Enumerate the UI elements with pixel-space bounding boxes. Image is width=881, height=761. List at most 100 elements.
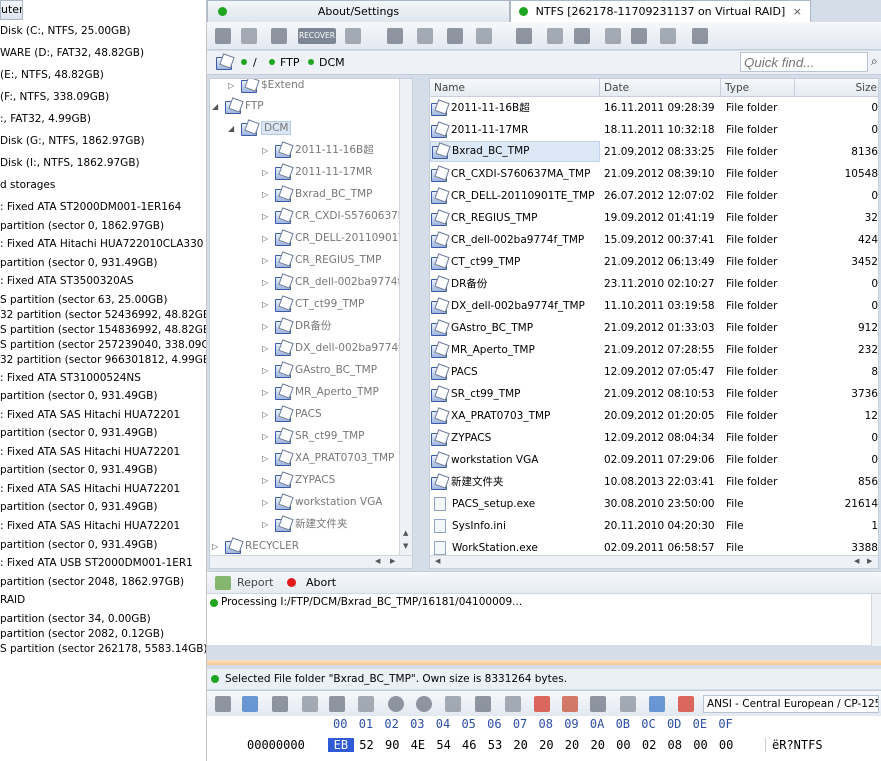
- hex-byte[interactable]: 20: [559, 738, 585, 752]
- hex-bytes-row[interactable]: EB 52 90 4E 54 46 53 20 20 20 20 00 02 08 00 00: [328, 738, 739, 752]
- device-list-item[interactable]: partition (sector 0, 931.49GB): [0, 464, 157, 477]
- device-list-item[interactable]: : Fixed ATA SAS Hitachi HUA72201: [0, 520, 180, 533]
- file-list-row[interactable]: 新建文件夹 10.08.2013 22:03:41 File folder 856: [430, 471, 878, 493]
- path-segment-dcm[interactable]: DCM: [319, 56, 345, 69]
- insert-icon[interactable]: [329, 696, 345, 712]
- binoculars-icon[interactable]: [358, 696, 374, 712]
- tree-vertical-scrollbar[interactable]: ▲ ▼: [399, 79, 412, 555]
- collapse-icon[interactable]: ◢: [212, 100, 224, 114]
- save-icon[interactable]: [215, 696, 231, 712]
- expand-icon[interactable]: ▷: [262, 188, 274, 202]
- hex-byte[interactable]: 02: [636, 738, 662, 752]
- expand-icon[interactable]: ▷: [262, 386, 274, 400]
- hex-byte[interactable]: 20: [508, 738, 534, 752]
- hex-byte[interactable]: 90: [379, 738, 405, 752]
- file-list-row[interactable]: SysInfo.ini 20.11.2010 04:20:30 File 1: [430, 515, 878, 537]
- device-list-item[interactable]: partition (sector 0, 931.49GB): [0, 390, 157, 403]
- tree-item[interactable]: ▷ 新建文件夹: [262, 517, 348, 532]
- device-list-item[interactable]: partition (sector 0, 931.49GB): [0, 427, 157, 440]
- device-list-item[interactable]: S partition (sector 154836992, 48.82GB): [0, 324, 206, 337]
- hex-byte[interactable]: 4E: [405, 738, 431, 752]
- drive-icon[interactable]: [476, 28, 492, 44]
- view-icon[interactable]: [387, 28, 403, 44]
- file-list-row[interactable]: GAstro_BC_TMP 21.09.2012 01:33:03 File fol…: [430, 317, 878, 339]
- device-list-item[interactable]: S partition (sector 262178, 5583.14GB): [0, 643, 206, 656]
- hex-byte[interactable]: 00: [611, 738, 637, 752]
- device-list-item[interactable]: :, FAT32, 4.99GB): [0, 113, 91, 126]
- file-list-row[interactable]: DX_dell-002ba9774f_TMP 11.10.2011 03:19:5…: [430, 295, 878, 317]
- report-icon[interactable]: [215, 576, 231, 590]
- expand-icon[interactable]: ▷: [262, 518, 274, 532]
- tree-item[interactable]: ▷ CR_DELL-20110901TE_: [262, 231, 412, 246]
- device-list-item[interactable]: partition (sector 0, 1862.97GB): [0, 220, 164, 233]
- device-list-item[interactable]: (E:, NTFS, 48.82GB): [0, 69, 104, 82]
- quick-find-input[interactable]: [740, 52, 868, 72]
- hex-byte[interactable]: 00: [713, 738, 739, 752]
- flag-icon[interactable]: [534, 696, 550, 712]
- select-icon[interactable]: [242, 696, 258, 712]
- drive-icon[interactable]: [475, 696, 491, 712]
- expand-icon[interactable]: ▷: [262, 474, 274, 488]
- column-header-size[interactable]: Size: [795, 79, 878, 97]
- device-list-item[interactable]: partition (sector 0, 931.49GB): [0, 501, 157, 514]
- export-icon[interactable]: [574, 28, 590, 44]
- expand-icon[interactable]: ▷: [228, 79, 240, 93]
- device-list-item[interactable]: : Fixed ATA Hitachi HUA722010CLA330: [0, 238, 203, 251]
- hex-byte[interactable]: 08: [662, 738, 688, 752]
- file-list-row[interactable]: CR_DELL-20110901TE_TMP 26.07.2012 12:07:0…: [430, 185, 878, 207]
- tree-item[interactable]: ▷ CR_CXDI-S5760637MA_T: [262, 209, 412, 224]
- device-list-item[interactable]: : Fixed ATA SAS Hitachi HUA72201: [0, 446, 180, 459]
- expand-icon[interactable]: ▷: [262, 430, 274, 444]
- device-list-item[interactable]: partition (sector 0, 931.49GB): [0, 257, 157, 270]
- tree-item[interactable]: ▷ ZYPACS: [262, 473, 335, 488]
- device-list-item[interactable]: partition (sector 2082, 0.12GB): [0, 628, 164, 641]
- open-icon[interactable]: [345, 28, 361, 44]
- device-list-item[interactable]: d storages: [0, 179, 55, 192]
- sync-icon[interactable]: [649, 696, 665, 712]
- tree-item[interactable]: ▷ SR_ct99_TMP: [262, 429, 365, 444]
- tree-item[interactable]: ▷ workstation VGA: [262, 495, 382, 510]
- device-list-item[interactable]: partition (sector 2048, 1862.97GB): [0, 576, 184, 589]
- device-list-item[interactable]: Disk (C:, NTFS, 25.00GB): [0, 25, 131, 38]
- device-list-item[interactable]: partition (sector 0, 931.49GB): [0, 539, 157, 552]
- file-list-row[interactable]: 2011-11-17MR 18.11.2011 10:32:18 File fold…: [430, 119, 878, 141]
- copy-icon[interactable]: [241, 28, 257, 44]
- report-button[interactable]: Report: [237, 576, 273, 589]
- file-list-row[interactable]: Bxrad_BC_TMP 21.09.2012 08:33:25 File fold…: [430, 141, 878, 163]
- settings-icon[interactable]: [547, 28, 563, 44]
- tree-item[interactable]: ▷ DX_dell-002ba9774f_TM: [262, 341, 412, 356]
- restore-icon[interactable]: [660, 28, 676, 44]
- column-header-type[interactable]: Type: [721, 79, 795, 97]
- tab-about-settings[interactable]: About/Settings: [207, 0, 510, 22]
- binoculars-icon[interactable]: [271, 28, 287, 44]
- tree-item[interactable]: ▷ $Extend: [228, 79, 304, 93]
- hex-byte[interactable]: 53: [482, 738, 508, 752]
- brush-icon[interactable]: [692, 28, 708, 44]
- device-list-item[interactable]: : Fixed ATA SAS Hitachi HUA72201: [0, 409, 180, 422]
- forward-icon[interactable]: [416, 696, 432, 712]
- collapse-icon[interactable]: ◢: [228, 122, 240, 136]
- path-segment-ftp[interactable]: FTP: [280, 56, 300, 69]
- column-header-name[interactable]: Name: [430, 79, 600, 97]
- file-list-row[interactable]: CR_dell-002ba9774f_TMP 15.09.2012 00:37:4…: [430, 229, 878, 251]
- tree-item[interactable]: ▷ 2011-11-17MR: [262, 165, 372, 180]
- tab-close-icon[interactable]: ×: [793, 1, 802, 22]
- tools-icon[interactable]: [516, 28, 532, 44]
- abort-icon[interactable]: [287, 578, 296, 587]
- tree-item[interactable]: ▷ RECYCLER: [212, 539, 299, 554]
- list-horizontal-scrollbar[interactable]: ◀ ◀ ▶: [430, 555, 878, 568]
- file-list-row[interactable]: PACS 12.09.2012 07:05:47 File folder 8: [430, 361, 878, 383]
- tree-item[interactable]: ▷ MR_Aperto_TMP: [262, 385, 379, 400]
- paste-icon[interactable]: [302, 696, 318, 712]
- file-list-row[interactable]: MR_Aperto_TMP 21.09.2012 07:28:55 File fol…: [430, 339, 878, 361]
- template-alt-icon[interactable]: [620, 696, 636, 712]
- expand-icon[interactable]: ▷: [262, 342, 274, 356]
- expand-icon[interactable]: ▷: [262, 320, 274, 334]
- device-list-item[interactable]: 32 partition (sector 52436992, 48.82GB): [0, 309, 206, 322]
- expand-icon[interactable]: ▷: [262, 408, 274, 422]
- device-list-item[interactable]: (F:, NTFS, 338.09GB): [0, 91, 109, 104]
- tree-item[interactable]: ◢ FTP: [212, 99, 264, 114]
- expand-icon[interactable]: ▷: [262, 298, 274, 312]
- tree-item[interactable]: ▷ CR_REGIUS_TMP: [262, 253, 381, 268]
- goto-icon[interactable]: [445, 696, 461, 712]
